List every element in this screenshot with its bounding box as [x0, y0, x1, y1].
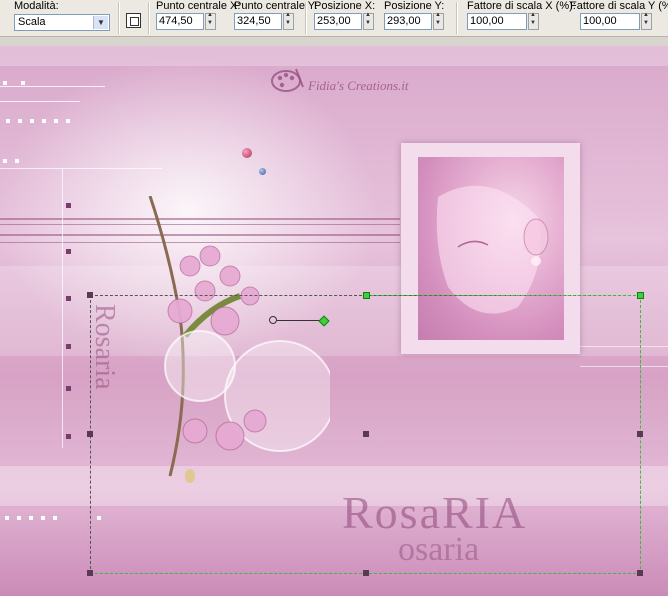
scale-y-label: Fattore di scala Y (%): [570, 0, 668, 12]
position-y-input[interactable]: 293,00 [384, 13, 432, 30]
decor-dot [18, 119, 22, 123]
scale-y-spinner[interactable] [641, 12, 652, 30]
center-y-input[interactable]: 324,50 [234, 13, 282, 30]
toolbar-separator [305, 2, 306, 34]
grid-line [0, 168, 162, 169]
scale-x-label: Fattore di scala X (%): [467, 0, 576, 12]
decor-dot [30, 119, 34, 123]
decor-dot [66, 344, 71, 349]
scale-x-input[interactable]: 100,00 [467, 13, 527, 30]
handle-bottom-left[interactable] [87, 570, 93, 576]
handle-bottom-center[interactable] [363, 570, 369, 576]
decor-dot [42, 119, 46, 123]
toolbar-separator [148, 2, 149, 34]
transform-edge-top [366, 295, 641, 296]
chevron-down-icon[interactable]: ▼ [93, 16, 108, 29]
decor-dot [3, 81, 7, 85]
tool-options-bar: Modalità: Scala ▼ Punto centrale X: 474,… [0, 0, 668, 37]
center-x-input[interactable]: 474,50 [156, 13, 204, 30]
handle-top-center[interactable] [363, 292, 370, 299]
decor-dot [5, 516, 9, 520]
background-band [0, 46, 668, 66]
decor-dot [53, 516, 57, 520]
decor-dot [29, 516, 33, 520]
center-x-spinner[interactable] [205, 12, 216, 30]
toolbar-separator [118, 2, 119, 34]
palette-icon [271, 68, 304, 92]
decor-dot [15, 159, 19, 163]
scale-y-input[interactable]: 100,00 [580, 13, 640, 30]
decor-dot [66, 249, 71, 254]
bead-ornament [259, 168, 266, 175]
position-y-spinner[interactable] [433, 12, 444, 30]
rotation-pivot[interactable] [269, 316, 277, 324]
center-x-label: Punto centrale X: [156, 0, 241, 12]
rotation-arm [277, 320, 323, 321]
mode-dropdown-value: Scala [18, 16, 46, 28]
position-x-input[interactable]: 253,00 [314, 13, 362, 30]
decor-dot [66, 434, 71, 439]
center-y-spinner[interactable] [283, 12, 294, 30]
position-y-label: Posizione Y: [384, 0, 445, 12]
reset-transform-icon[interactable] [126, 13, 141, 28]
bead-ornament [242, 148, 252, 158]
handle-middle-right[interactable] [637, 431, 643, 437]
image-canvas[interactable]: Fidia's Creations.it Rosaria RosaRIA osa… [0, 46, 668, 596]
mode-dropdown[interactable]: Scala ▼ [14, 14, 110, 31]
handle-middle-left[interactable] [87, 431, 93, 437]
decor-dot [41, 516, 45, 520]
scale-x-spinner[interactable] [528, 12, 539, 30]
grid-line [62, 168, 63, 448]
decor-dot [21, 81, 25, 85]
decor-dot [66, 386, 71, 391]
decor-dot [66, 203, 71, 208]
grid-line [0, 86, 105, 87]
position-x-label: Posizione X: [314, 0, 376, 12]
toolbar-separator [456, 2, 457, 34]
decor-dot [6, 119, 10, 123]
grid-line [0, 101, 80, 102]
decor-dot [66, 296, 71, 301]
handle-bottom-right[interactable] [637, 570, 643, 576]
position-x-spinner[interactable] [363, 12, 374, 30]
handle-top-right[interactable] [637, 292, 644, 299]
decor-dot [3, 159, 7, 163]
handle-top-left[interactable] [87, 292, 93, 298]
watermark-logo-text: Fidia's Creations.it [308, 78, 409, 93]
handle-center[interactable] [363, 431, 369, 437]
mode-label: Modalità: [14, 0, 59, 12]
document-tab-strip [0, 37, 668, 46]
decor-dot [54, 119, 58, 123]
decor-dot [17, 516, 21, 520]
decor-dot [66, 119, 70, 123]
